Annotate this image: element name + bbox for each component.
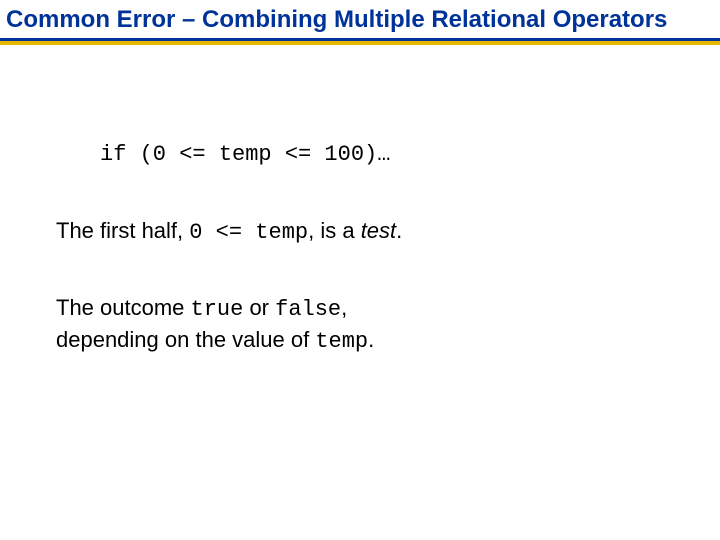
slide: Common Error – Combining Multiple Relati… bbox=[0, 0, 720, 540]
slide-body: if (0 <= temp <= 100)… The first half, 0… bbox=[56, 140, 664, 357]
text: . bbox=[368, 327, 374, 352]
text: , bbox=[341, 295, 347, 320]
code-inline: true bbox=[191, 297, 244, 322]
text: , is a bbox=[308, 218, 361, 243]
code-inline: temp bbox=[315, 329, 368, 354]
code-inline: false bbox=[275, 297, 341, 322]
text: The outcome bbox=[56, 295, 191, 320]
divider-gold bbox=[0, 41, 720, 45]
slide-title: Common Error – Combining Multiple Relati… bbox=[6, 6, 714, 35]
text: . bbox=[396, 218, 402, 243]
code-example: if (0 <= temp <= 100)… bbox=[100, 140, 664, 170]
text: The first half, bbox=[56, 218, 189, 243]
paragraph-2: The outcome true or false, depending on … bbox=[56, 293, 664, 356]
paragraph-1: The first half, 0 <= temp, is a test. bbox=[56, 216, 664, 248]
text-italic: test bbox=[361, 218, 396, 243]
code-inline: 0 <= temp bbox=[189, 220, 308, 245]
text: or bbox=[243, 295, 275, 320]
text: depending on the value of bbox=[56, 327, 315, 352]
